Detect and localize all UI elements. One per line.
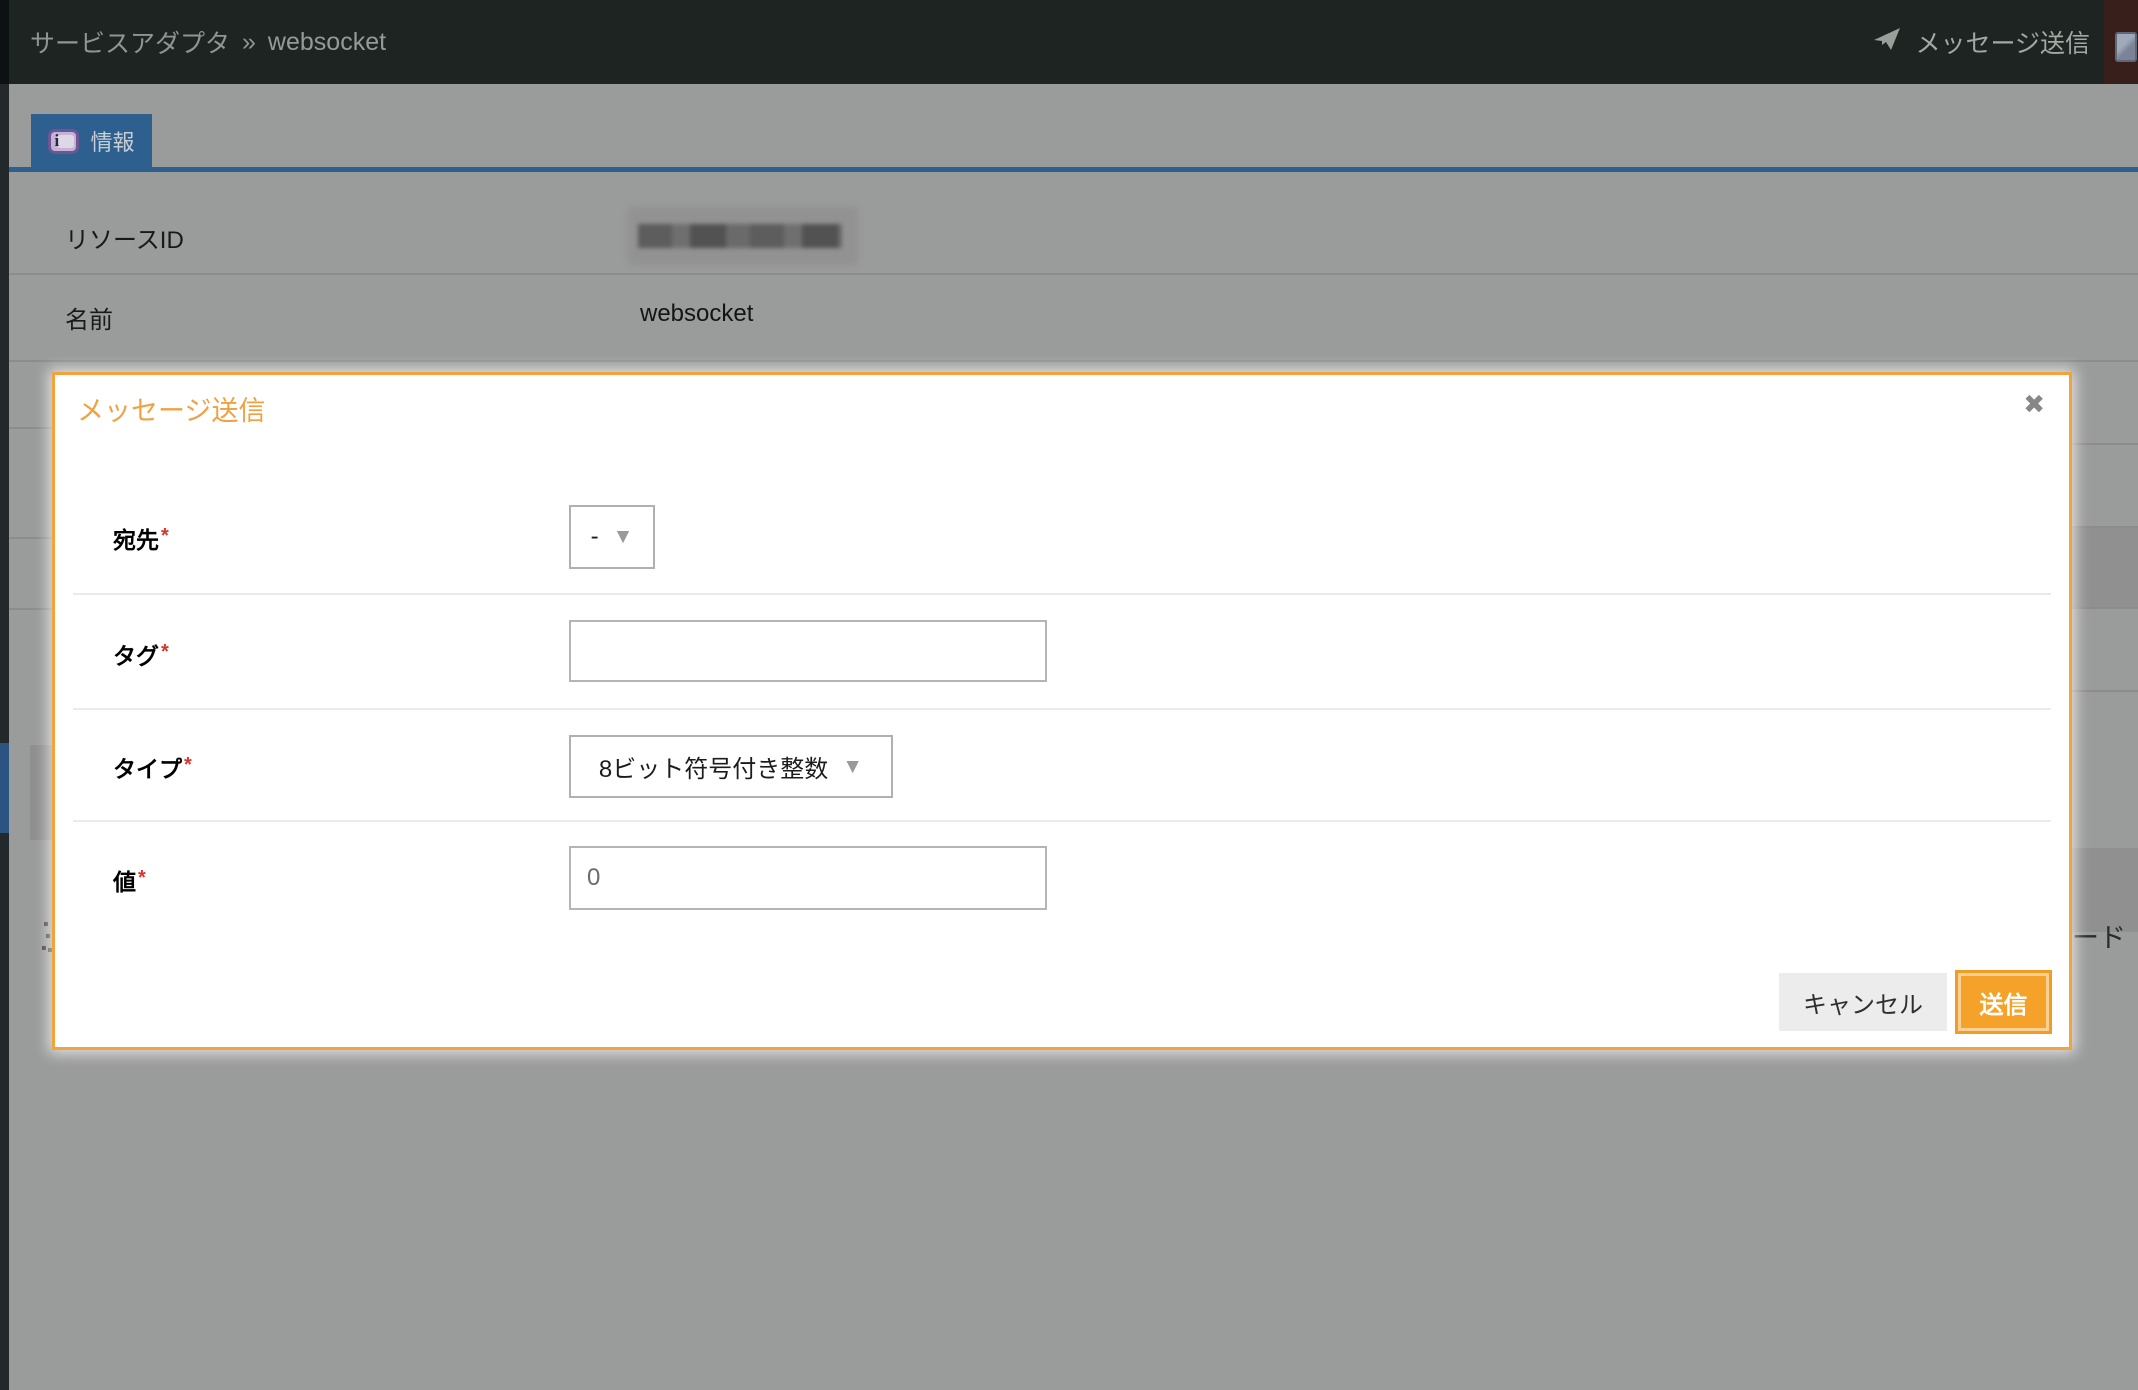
destination-select[interactable]: - ▼ <box>569 505 655 569</box>
avatar <box>2115 32 2137 62</box>
app-screen: サービスアダプタ » websocket メッセージ送信 i 情報 リソースID <box>0 0 2138 1390</box>
bg-clipped-cell <box>30 745 52 840</box>
tab-info[interactable]: i 情報 <box>31 114 152 168</box>
chevron-down-icon: ▼ <box>842 755 863 779</box>
value-label: 値* <box>113 863 146 897</box>
tab-info-label: 情報 <box>90 125 134 157</box>
name-label: 名前 <box>65 300 113 335</box>
submit-button[interactable]: 送信 <box>1955 970 2052 1034</box>
resource-id-label: リソースID <box>65 220 184 255</box>
bg-row-divider <box>2072 443 2138 445</box>
destination-label: 宛先* <box>113 521 169 555</box>
required-mark: * <box>161 641 169 663</box>
topbar-actions: メッセージ送信 <box>1873 0 2090 84</box>
bg-row-divider <box>9 537 52 539</box>
breadcrumb-separator: » <box>242 28 256 57</box>
required-mark: * <box>138 867 146 889</box>
bg-clipped-text-fragment <box>44 922 48 926</box>
sidebar-active-indicator <box>0 743 9 833</box>
type-label: タイプ* <box>113 750 192 784</box>
chevron-down-icon: ▼ <box>613 525 634 549</box>
cancel-button[interactable]: キャンセル <box>1779 973 1947 1031</box>
breadcrumb-page: websocket <box>268 28 386 57</box>
tag-input[interactable] <box>569 620 1047 682</box>
tab-underline <box>9 167 2138 172</box>
info-icon: i <box>48 129 79 154</box>
required-mark: * <box>161 525 169 547</box>
bg-row-stripe <box>2072 526 2138 607</box>
bg-row-divider <box>2072 526 2138 528</box>
bg-clipped-text: ード <box>2072 916 2126 955</box>
dialog-row-divider <box>73 708 2051 710</box>
bg-row-divider <box>9 427 52 429</box>
dialog-row-divider <box>73 593 2051 595</box>
type-select[interactable]: 8ビット符号付き整数 ▼ <box>569 735 893 798</box>
row-divider <box>9 360 2138 362</box>
row-divider <box>9 273 2138 275</box>
top-bar: サービスアダプタ » websocket メッセージ送信 <box>0 0 2138 84</box>
account-menu[interactable] <box>2104 0 2138 84</box>
send-icon <box>1873 27 1901 58</box>
destination-selected-value: - <box>591 523 599 551</box>
send-message-button[interactable]: メッセージ送信 <box>1873 24 2090 60</box>
send-message-dialog: メッセージ送信 ✖ 宛先* - ▼ タグ* タイプ* 8ビット符号付き整数 ▼ … <box>52 372 2072 1050</box>
sidebar-strip[interactable] <box>0 84 9 1390</box>
value-input[interactable] <box>569 846 1047 910</box>
send-message-label: メッセージ送信 <box>1915 24 2090 60</box>
dialog-row-divider <box>73 820 2051 822</box>
bg-row-divider <box>9 608 52 610</box>
name-value: websocket <box>640 300 753 328</box>
resource-id-value-redacted <box>628 207 858 265</box>
tag-label: タグ* <box>113 637 169 671</box>
bg-row-divider <box>2072 690 2138 692</box>
dialog-title: メッセージ送信 <box>77 389 265 428</box>
sidebar-corner <box>0 0 9 84</box>
close-icon[interactable]: ✖ <box>2023 391 2045 417</box>
breadcrumb: サービスアダプタ » websocket <box>30 0 386 84</box>
breadcrumb-section[interactable]: サービスアダプタ <box>30 24 230 60</box>
type-selected-value: 8ビット符号付き整数 <box>599 749 828 784</box>
required-mark: * <box>184 754 192 776</box>
bg-row-divider <box>2072 607 2138 609</box>
